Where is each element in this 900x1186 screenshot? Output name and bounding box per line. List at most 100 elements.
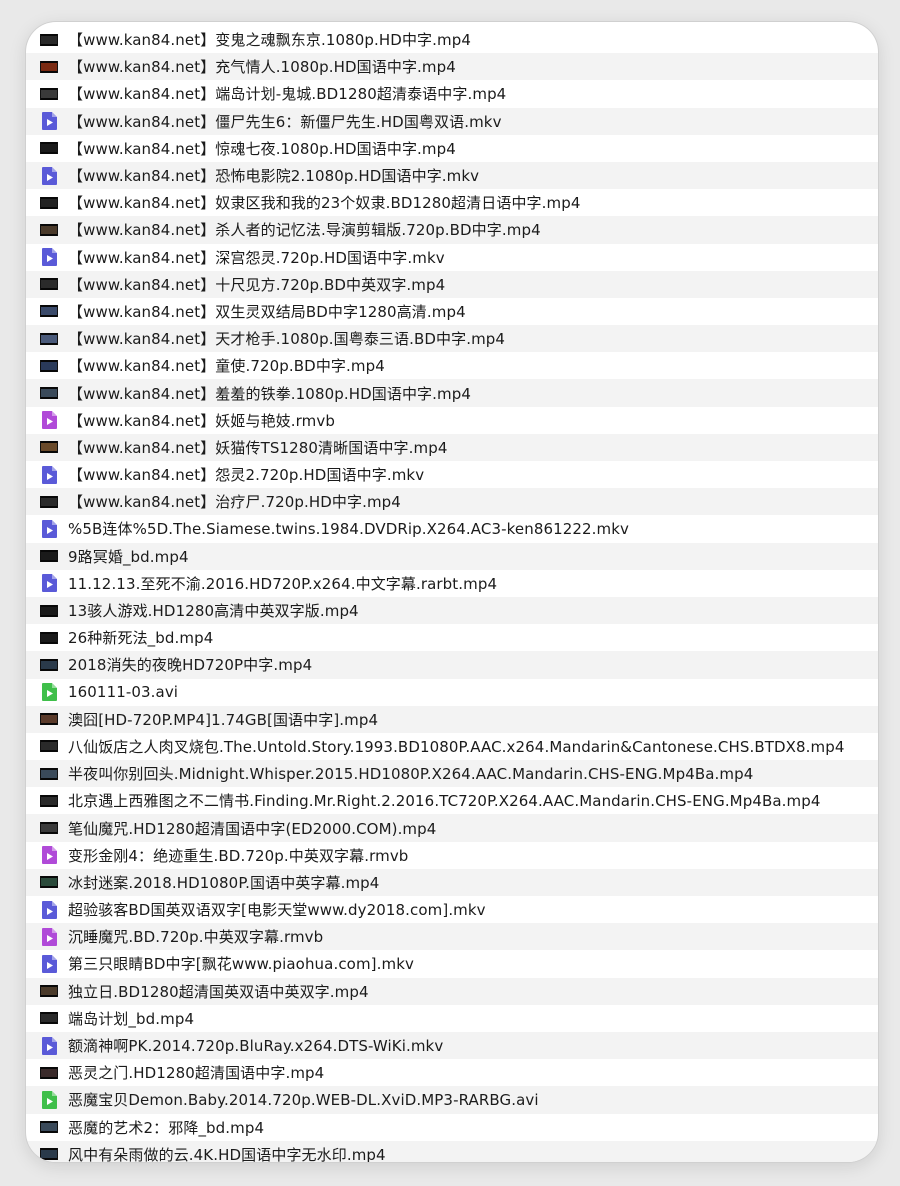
file-row[interactable]: 160111-03.avi [26,679,878,706]
file-name: 【www.kan84.net】僵尸先生6：新僵尸先生.HD国粤双语.mkv [68,112,502,131]
file-row[interactable]: 【www.kan84.net】妖猫传TS1280清晰国语中字.mp4 [26,433,878,461]
file-name: 沉睡魔咒.BD.720p.中英双字幕.rmvb [68,928,324,947]
file-row[interactable]: 【www.kan84.net】奴隶区我和我的23个奴隶.BD1280超清日语中字… [26,189,878,216]
file-row[interactable]: 13骇人游戏.HD1280高清中英双字版.mp4 [26,596,878,625]
file-row[interactable]: 笔仙魔咒.HD1280超清国语中字(ED2000.COM).mp4 [26,814,878,842]
file-row[interactable]: 【www.kan84.net】怨灵2.720p.HD国语中字.mkv [26,461,878,488]
video-thumbnail-icon [40,792,58,810]
video-thumbnail-icon [40,357,58,375]
file-name: 26种新死法_bd.mp4 [68,629,214,648]
file-row[interactable]: 超验骇客BD国英双语双字[电影天堂www.dy2018.com].mkv [26,896,878,923]
file-name: 2018消失的夜晚HD720P中字.mp4 [68,656,313,675]
file-name: 风中有朵雨做的云.4K.HD国语中字无水印.mp4 [68,1145,386,1162]
file-name: 独立日.BD1280超清国英双语中英双字.mp4 [68,982,369,1001]
mkv-file-icon [40,248,58,267]
file-row[interactable]: 【www.kan84.net】僵尸先生6：新僵尸先生.HD国粤双语.mkv [26,107,878,135]
file-list-window: 【www.kan84.net】变鬼之魂飘东京.1080p.HD中字.mp4 【ww… [26,22,878,1162]
file-name: 【www.kan84.net】惊魂七夜.1080p.HD国语中字.mp4 [68,139,456,158]
file-row[interactable]: 【www.kan84.net】充气情人.1080p.HD国语中字.mp4 [26,53,878,81]
avi-file-icon [40,1090,58,1109]
video-thumbnail-icon [40,438,58,456]
video-thumbnail-icon [40,765,58,783]
mkv-file-icon [40,112,58,131]
file-row[interactable]: 北京遇上西雅图之不二情书.Finding.Mr.Right.2.2016.TC7… [26,787,878,814]
video-thumbnail-icon [40,330,58,348]
video-thumbnail-icon [40,1118,58,1136]
file-row[interactable]: 独立日.BD1280超清国英双语中英双字.mp4 [26,977,878,1005]
rmvb-file-icon [40,846,58,865]
file-row[interactable]: 【www.kan84.net】童使.720p.BD中字.mp4 [26,352,878,379]
video-thumbnail-icon [40,493,58,511]
file-row[interactable]: 【www.kan84.net】惊魂七夜.1080p.HD国语中字.mp4 [26,135,878,162]
mkv-file-icon [40,519,58,538]
video-thumbnail-icon [40,1009,58,1027]
file-name: 北京遇上西雅图之不二情书.Finding.Mr.Right.2.2016.TC7… [68,792,821,811]
file-row[interactable]: 恶魔宝贝Demon.Baby.2014.720p.WEB-DL.XviD.MP3… [26,1086,878,1114]
file-row[interactable]: 11.12.13.至死不渝.2016.HD720P.x264.中文字幕.rarb… [26,570,878,597]
file-name: 【www.kan84.net】羞羞的铁拳.1080p.HD国语中字.mp4 [68,384,471,403]
file-row[interactable]: 【www.kan84.net】变鬼之魂飘东京.1080p.HD中字.mp4 [26,26,878,53]
rmvb-file-icon [40,411,58,430]
file-row[interactable]: 2018消失的夜晚HD720P中字.mp4 [26,651,878,679]
file-row[interactable]: 半夜叫你别回头.Midnight.Whisper.2015.HD1080P.X2… [26,760,878,788]
video-thumbnail-icon [40,275,58,293]
file-row[interactable]: 沉睡魔咒.BD.720p.中英双字幕.rmvb [26,923,878,951]
file-name: 13骇人游戏.HD1280高清中英双字版.mp4 [68,602,359,621]
file-name: 冰封迷案.2018.HD1080P.国语中英字幕.mp4 [68,873,380,892]
video-thumbnail-icon [40,982,58,1000]
video-thumbnail-icon [40,194,58,212]
file-name: 八仙饭店之人肉叉烧包.The.Untold.Story.1993.BD1080P… [68,737,845,756]
file-row[interactable]: 【www.kan84.net】治疗尸.720p.HD中字.mp4 [26,488,878,516]
file-name: 恶灵之门.HD1280超清国语中字.mp4 [68,1064,325,1083]
file-name: 160111-03.avi [68,683,179,702]
video-thumbnail-icon [40,1145,58,1162]
video-thumbnail-icon [40,873,58,891]
file-row[interactable]: 【www.kan84.net】羞羞的铁拳.1080p.HD国语中字.mp4 [26,379,878,407]
file-name: 【www.kan84.net】杀人者的记忆法.导演剪辑版.720p.BD中字.m… [68,221,541,240]
file-name: 【www.kan84.net】妖姬与艳妓.rmvb [68,411,335,430]
video-thumbnail-icon [40,85,58,103]
file-row[interactable]: 澳囧[HD-720P.MP4]1.74GB[国语中字].mp4 [26,705,878,733]
file-row[interactable]: 【www.kan84.net】端岛计划-鬼城.BD1280超清泰语中字.mp4 [26,80,878,107]
file-row[interactable]: 【www.kan84.net】恐怖电影院2.1080p.HD国语中字.mkv [26,161,878,190]
file-name: 【www.kan84.net】童使.720p.BD中字.mp4 [68,357,385,376]
mkv-file-icon [40,465,58,484]
file-row[interactable]: 恶魔的艺术2：邪降_bd.mp4 [26,1114,878,1141]
file-name: 【www.kan84.net】治疗尸.720p.HD中字.mp4 [68,493,401,512]
file-row[interactable]: 风中有朵雨做的云.4K.HD国语中字无水印.mp4 [26,1140,878,1162]
file-name: 【www.kan84.net】恐怖电影院2.1080p.HD国语中字.mkv [68,167,480,186]
file-list: 【www.kan84.net】变鬼之魂飘东京.1080p.HD中字.mp4 【ww… [26,26,878,1162]
file-row[interactable]: 端岛计划_bd.mp4 [26,1005,878,1032]
file-row[interactable]: 【www.kan84.net】十尺见方.720p.BD中英双字.mp4 [26,270,878,298]
file-name: 澳囧[HD-720P.MP4]1.74GB[国语中字].mp4 [68,710,379,729]
file-row[interactable]: 第三只眼睛BD中字[飘花www.piaohua.com].mkv [26,950,878,977]
file-row[interactable]: 【www.kan84.net】杀人者的记忆法.导演剪辑版.720p.BD中字.m… [26,216,878,244]
file-row[interactable]: 【www.kan84.net】双生灵双结局BD中字1280高清.mp4 [26,298,878,325]
mkv-file-icon [40,900,58,919]
mkv-file-icon [40,954,58,973]
mp4-file-icon [40,574,58,593]
video-thumbnail-icon [40,629,58,647]
video-thumbnail-icon [40,1064,58,1082]
file-name: 笔仙魔咒.HD1280超清国语中字(ED2000.COM).mp4 [68,819,437,838]
file-row[interactable]: 26种新死法_bd.mp4 [26,624,878,651]
file-row[interactable]: 恶灵之门.HD1280超清国语中字.mp4 [26,1059,878,1086]
file-row[interactable]: 八仙饭店之人肉叉烧包.The.Untold.Story.1993.BD1080P… [26,733,878,760]
file-name: 【www.kan84.net】充气情人.1080p.HD国语中字.mp4 [68,58,456,77]
file-name: 【www.kan84.net】双生灵双结局BD中字1280高清.mp4 [68,302,466,321]
file-row[interactable]: %5B连体%5D.The.Siamese.twins.1984.DVDRip.X… [26,515,878,542]
file-name: 【www.kan84.net】十尺见方.720p.BD中英双字.mp4 [68,275,446,294]
file-row[interactable]: 【www.kan84.net】妖姬与艳妓.rmvb [26,407,878,434]
file-row[interactable]: 9路冥婚_bd.mp4 [26,542,878,570]
file-row[interactable]: 【www.kan84.net】深宫怨灵.720p.HD国语中字.mkv [26,244,878,271]
file-row[interactable]: 额滴神啊PK.2014.720p.BluRay.x264.DTS-WiKi.mk… [26,1031,878,1060]
file-row[interactable]: 冰封迷案.2018.HD1080P.国语中英字幕.mp4 [26,868,878,896]
file-name: 变形金刚4：绝迹重生.BD.720p.中英双字幕.rmvb [68,846,409,865]
file-row[interactable]: 【www.kan84.net】天才枪手.1080p.国粤泰三语.BD中字.mp4 [26,325,878,353]
video-thumbnail-icon [40,737,58,755]
mkv-file-icon [40,1036,58,1055]
video-thumbnail-icon [40,656,58,674]
mkv-file-icon [40,166,58,185]
video-thumbnail-icon [40,547,58,565]
file-row[interactable]: 变形金刚4：绝迹重生.BD.720p.中英双字幕.rmvb [26,842,878,869]
